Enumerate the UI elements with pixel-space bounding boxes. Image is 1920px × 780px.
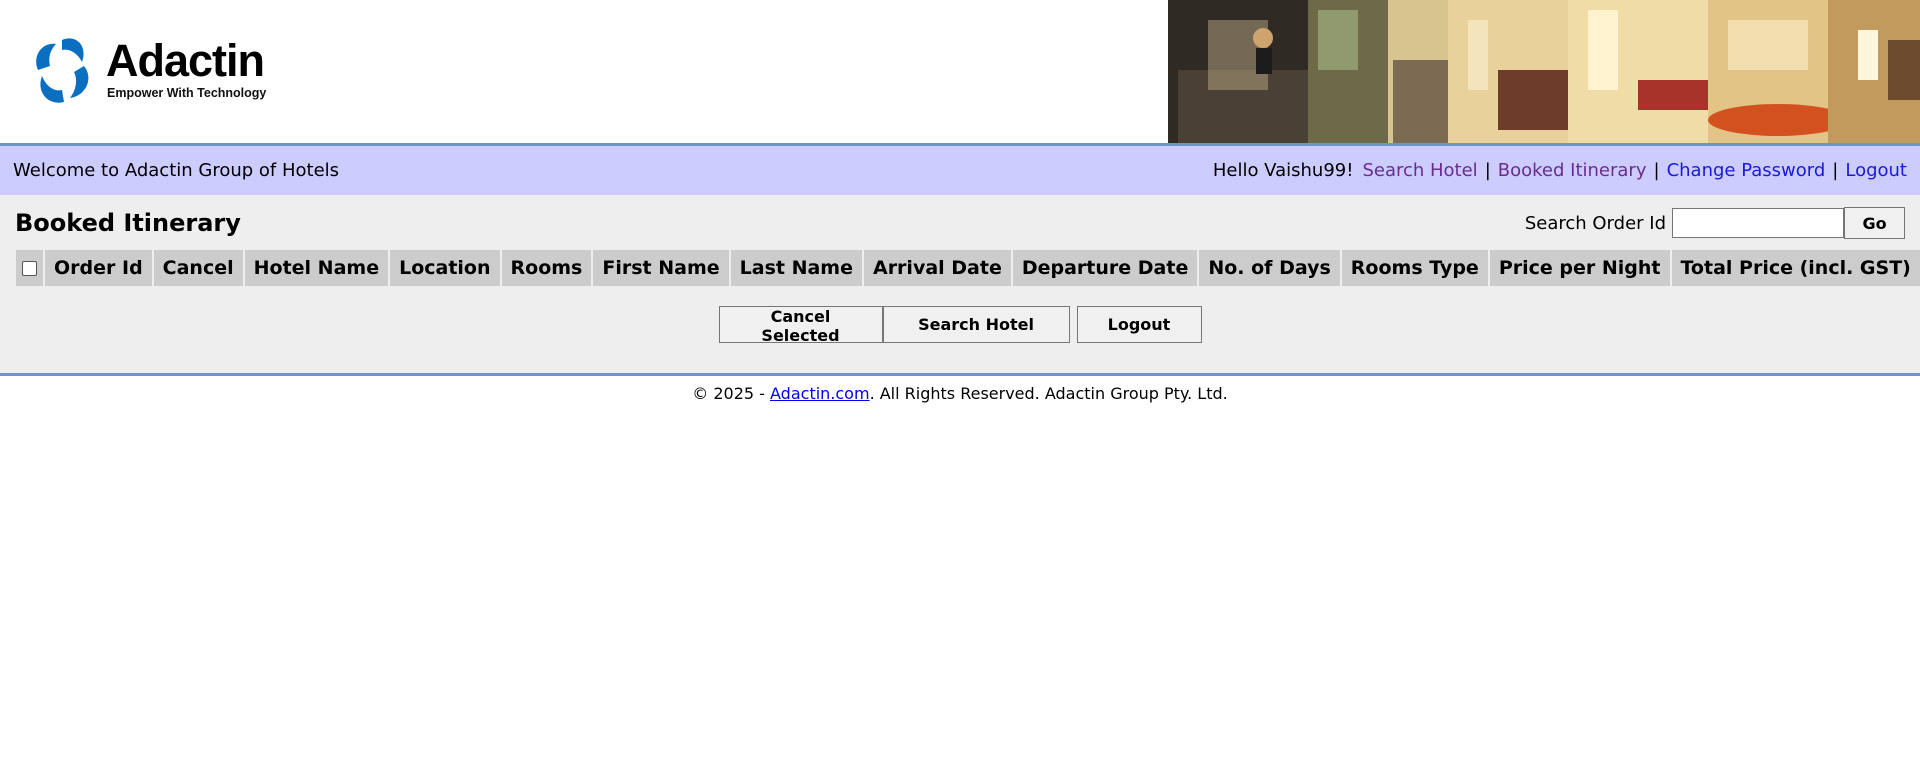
user-nav: Hello Vaishu99! Search Hotel | Booked It… <box>1213 160 1907 181</box>
select-all-checkbox[interactable] <box>22 261 37 276</box>
logout-button[interactable]: Logout <box>1076 306 1202 343</box>
column-header-departure-date: Departure Date <box>1012 250 1198 286</box>
nav-separator: | <box>1653 160 1660 181</box>
nav-link-change-password[interactable]: Change Password <box>1667 160 1826 181</box>
column-header-rooms: Rooms <box>501 250 592 286</box>
column-header-hotel-name: Hotel Name <box>244 250 389 286</box>
nav-separator: | <box>1484 160 1491 181</box>
nav-link-search-hotel[interactable]: Search Hotel <box>1362 160 1477 181</box>
nav-link-booked-itinerary[interactable]: Booked Itinerary <box>1498 160 1647 181</box>
footer-suffix: . All Rights Reserved. Adactin Group Pty… <box>869 384 1228 403</box>
page-title: Booked Itinerary <box>15 209 241 237</box>
footer-prefix: © 2025 - <box>692 384 771 403</box>
column-header-no-of-days: No. of Days <box>1199 250 1340 286</box>
logo-swirl-icon <box>36 38 89 103</box>
page-header: Adactin Empower With Technology <box>0 0 1920 146</box>
search-hotel-button[interactable]: Search Hotel <box>882 306 1070 343</box>
footer-link-adactin[interactable]: Adactin.com <box>770 384 870 403</box>
logo-wordmark: Adactin <box>106 35 265 86</box>
nav-link-logout[interactable]: Logout <box>1845 160 1907 181</box>
welcome-text: Welcome to Adactin Group of Hotels <box>13 160 340 181</box>
column-header-location: Location <box>390 250 500 286</box>
cancel-selected-button[interactable]: Cancel Selected <box>718 306 883 345</box>
search-order-label: Search Order Id <box>1524 212 1666 234</box>
table-header-row: Order Id Cancel Hotel Name Location Room… <box>16 250 1920 286</box>
order-id-search-input[interactable] <box>1672 208 1844 238</box>
select-all-header <box>16 250 43 286</box>
welcome-bar: Welcome to Adactin Group of Hotels Hello… <box>0 146 1920 195</box>
column-header-cancel: Cancel <box>153 250 243 286</box>
column-header-last-name: Last Name <box>730 250 862 286</box>
column-header-first-name: First Name <box>593 250 729 286</box>
booked-itinerary-panel: Booked Itinerary Search Order Id Go Orde… <box>0 195 1920 376</box>
column-header-total-price: Total Price (incl. GST) <box>1671 250 1920 286</box>
logo-tagline: Empower With Technology <box>107 86 267 100</box>
column-header-order-id: Order Id <box>45 250 152 286</box>
footer: © 2025 - Adactin.com. All Rights Reserve… <box>0 384 1920 403</box>
adactin-logo[interactable]: Adactin Empower With Technology <box>32 36 292 108</box>
search-order-form: Search Order Id Go <box>1525 207 1905 239</box>
column-header-price-per-night: Price per Night <box>1489 250 1670 286</box>
itinerary-table: Order Id Cancel Hotel Name Location Room… <box>14 250 1920 286</box>
itinerary-actions: Cancel Selected Search Hotel Logout <box>0 306 1920 345</box>
hello-user-text: Hello Vaishu99! <box>1212 160 1354 181</box>
go-button[interactable]: Go <box>1844 207 1905 239</box>
column-header-arrival-date: Arrival Date <box>863 250 1011 286</box>
nav-separator: | <box>1832 160 1839 181</box>
hotel-lobby-banner-image <box>1168 0 1920 143</box>
column-header-rooms-type: Rooms Type <box>1341 250 1488 286</box>
